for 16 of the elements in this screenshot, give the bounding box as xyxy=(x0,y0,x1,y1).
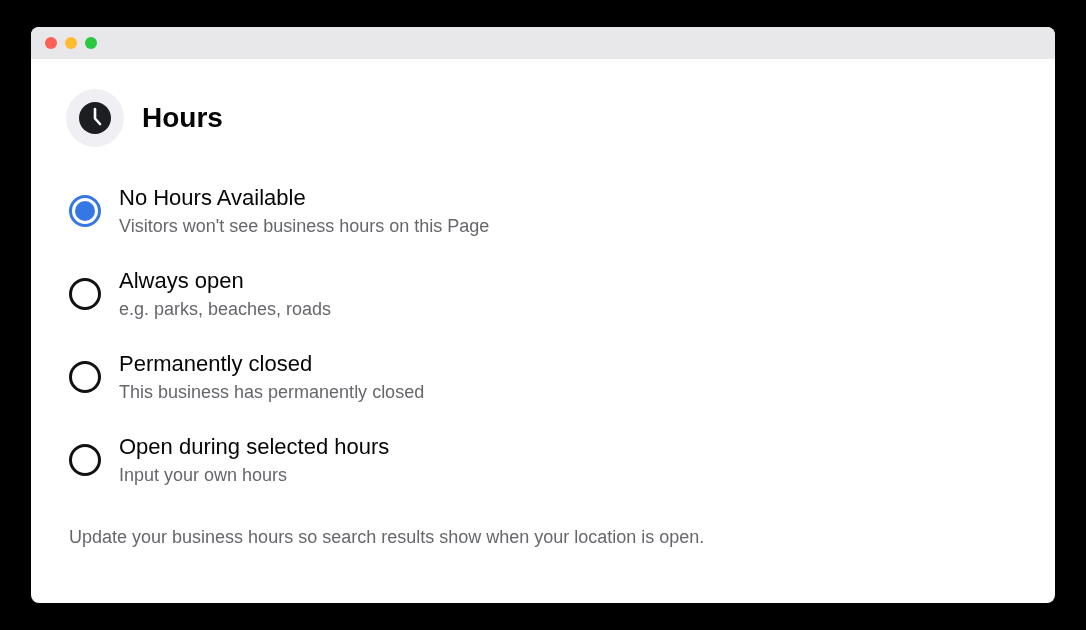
option-label: Always open xyxy=(119,268,245,294)
close-icon[interactable] xyxy=(45,37,57,49)
option-description: Visitors won't see business hours on this Page xyxy=(119,215,490,237)
radio-button[interactable] xyxy=(69,278,101,310)
option-description: e.g. parks, beaches, roads xyxy=(119,298,332,320)
radio-button[interactable] xyxy=(69,444,101,476)
help-text: Update your business hours so search results show when your location is open. xyxy=(69,526,706,548)
option-label: Open during selected hours xyxy=(119,434,390,460)
radio-button[interactable] xyxy=(69,361,101,393)
radio-button[interactable] xyxy=(69,195,101,227)
option-label: No Hours Available xyxy=(119,185,307,211)
page-title: Hours xyxy=(142,101,223,135)
option-description: Input your own hours xyxy=(119,464,289,486)
option-label: Permanently closed xyxy=(119,351,314,377)
clock-icon xyxy=(66,89,124,147)
option-description: This business has permanently closed xyxy=(119,381,425,403)
